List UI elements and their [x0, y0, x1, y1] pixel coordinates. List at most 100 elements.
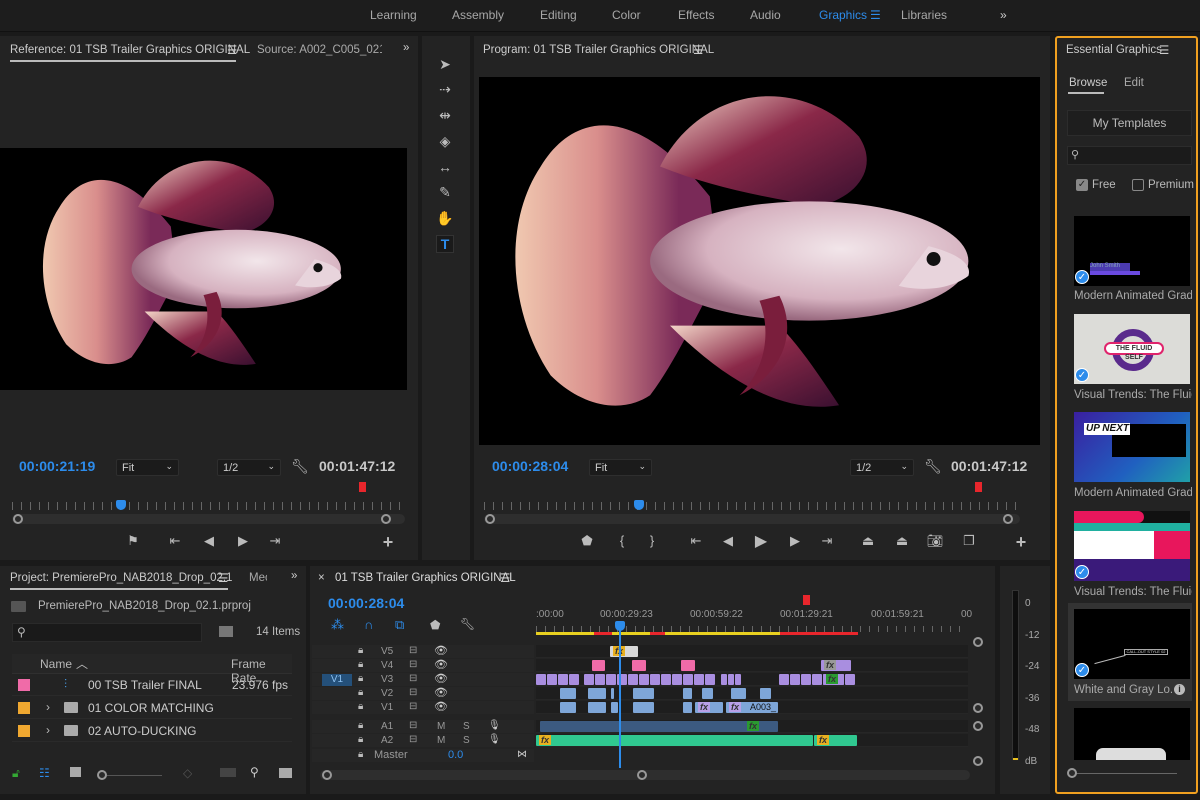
slip-tool-icon[interactable]: ↔: [436, 159, 454, 177]
video-clip[interactable]: [633, 702, 654, 713]
video-clip[interactable]: [731, 688, 746, 699]
template-name[interactable]: White and Gray Lo...: [1074, 684, 1172, 696]
step-forward-icon[interactable]: ▶: [234, 533, 252, 549]
track-lock-icon[interactable]: 🔒︎: [358, 687, 363, 698]
export-frame-icon[interactable]: 📷︎: [926, 533, 944, 549]
video-clip[interactable]: [845, 674, 855, 685]
video-clip[interactable]: [801, 674, 811, 685]
program-timecode[interactable]: 00:00:28:04: [492, 458, 568, 474]
reference-resolution-select[interactable]: 1/2 ⌄: [217, 459, 281, 476]
comparison-view-icon[interactable]: ❐: [960, 533, 978, 549]
video-clip[interactable]: fx: [695, 702, 723, 713]
wrench-icon[interactable]: 🔧︎: [460, 617, 475, 631]
panel-menu-icon[interactable]: ☰: [218, 571, 228, 585]
sort-ascending-icon[interactable]: ︿: [76, 655, 88, 672]
extract-icon[interactable]: ⏏: [893, 533, 911, 549]
razor-tool-icon[interactable]: ◈: [436, 133, 454, 151]
tab-edit[interactable]: Edit: [1124, 77, 1144, 89]
overflow-icon[interactable]: »: [291, 570, 297, 582]
zoom-slider-handle[interactable]: [97, 770, 107, 780]
video-clip[interactable]: fx: [823, 674, 844, 685]
ripple-edit-tool-icon[interactable]: ⇹: [436, 107, 454, 125]
zoom-scrollbar[interactable]: [484, 514, 1020, 524]
vertical-scroll-handle[interactable]: [973, 703, 983, 713]
wrench-icon[interactable]: 🔧︎: [924, 458, 942, 475]
graphic-clip[interactable]: [632, 660, 646, 671]
video-clip[interactable]: [650, 674, 660, 685]
mark-in-icon[interactable]: {: [613, 533, 631, 548]
video-clip[interactable]: [611, 702, 618, 713]
video-clip[interactable]: [779, 674, 789, 685]
track-lock-icon[interactable]: 🔒︎: [358, 645, 363, 656]
scroll-handle-left[interactable]: [322, 770, 332, 780]
sync-lock-icon[interactable]: ⊟: [409, 720, 417, 731]
sync-lock-icon[interactable]: ⊟: [409, 687, 417, 698]
audio-clip[interactable]: fx: [744, 721, 760, 732]
step-forward-icon[interactable]: ▶: [786, 533, 804, 549]
video-clip[interactable]: [628, 674, 638, 685]
audio-clip[interactable]: [540, 721, 778, 732]
audio-clip[interactable]: fx: [814, 735, 857, 746]
template-thumbnail[interactable]: UP NEXT: [1074, 412, 1190, 482]
step-back-icon[interactable]: ◀: [200, 533, 218, 549]
reference-tab[interactable]: Reference: 01 TSB Trailer Graphics ORIGI…: [10, 44, 250, 56]
timeline-tab[interactable]: 01 TSB Trailer Graphics ORIGINAL: [335, 572, 516, 584]
time-ruler[interactable]: [484, 502, 1024, 510]
track-header-a2[interactable]: 🔒︎ A2 ⊟ M S 🎙︎: [312, 734, 534, 747]
go-to-out-icon[interactable]: ⇥: [266, 533, 284, 549]
reference-timecode[interactable]: 00:00:21:19: [19, 458, 95, 474]
track-header-v2[interactable]: 🔒︎ V2 ⊟ 👁︎: [312, 687, 534, 700]
free-checkbox[interactable]: ✓: [1076, 179, 1088, 191]
video-clip[interactable]: [721, 674, 727, 685]
track-lock-icon[interactable]: 🔒︎: [358, 734, 363, 745]
track-header-v5[interactable]: 🔒︎ V5 ⊟ 👁︎: [312, 645, 534, 658]
mute-button[interactable]: M: [437, 721, 445, 732]
program-resolution-select[interactable]: 1/2 ⌄: [850, 459, 914, 476]
expand-chevron-icon[interactable]: ›: [46, 700, 50, 714]
toggle-output-eye-icon[interactable]: 👁︎: [434, 644, 448, 657]
solo-button[interactable]: S: [463, 735, 470, 746]
video-clip[interactable]: [569, 674, 579, 685]
video-clip[interactable]: [588, 702, 606, 713]
video-clip[interactable]: [584, 674, 594, 685]
template-name[interactable]: Modern Animated Gradi...: [1074, 487, 1192, 499]
sync-lock-icon[interactable]: ⊟: [409, 701, 417, 712]
panel-menu-icon[interactable]: ☰: [1159, 43, 1169, 57]
video-clip[interactable]: [705, 674, 715, 685]
template-name[interactable]: Visual Trends: The Fluid ...: [1074, 389, 1192, 401]
sync-lock-icon[interactable]: ⊟: [409, 645, 417, 656]
slider-handle[interactable]: [1067, 768, 1077, 778]
playhead-marker[interactable]: [116, 500, 126, 510]
template-thumbnail[interactable]: THE FLUID SELF: [1074, 314, 1190, 384]
go-to-in-icon[interactable]: ⇤: [687, 533, 705, 549]
column-name[interactable]: Name: [40, 657, 72, 671]
time-ruler[interactable]: [12, 502, 404, 510]
video-clip[interactable]: [606, 674, 616, 685]
find-icon[interactable]: ⚲: [250, 765, 259, 779]
sync-lock-icon[interactable]: ⊟: [409, 673, 417, 684]
template-name[interactable]: Modern Animated Gradi...: [1074, 290, 1192, 302]
media-browser-tab[interactable]: Mec: [249, 572, 267, 584]
video-clip[interactable]: [683, 702, 692, 713]
workspace-audio[interactable]: Audio: [750, 8, 781, 22]
workspace-editing[interactable]: Editing: [540, 8, 577, 22]
video-clip[interactable]: [661, 674, 671, 685]
label-color-swatch[interactable]: [18, 679, 30, 691]
video-clip[interactable]: [611, 688, 614, 699]
pen-tool-icon[interactable]: ✎: [436, 184, 454, 202]
new-search-bin-icon[interactable]: [219, 626, 233, 637]
nest-toggle-icon[interactable]: ⁂: [331, 617, 344, 633]
video-clip[interactable]: [694, 674, 704, 685]
video-clip[interactable]: [588, 688, 606, 699]
track-header-v4[interactable]: 🔒︎ V4 ⊟ 👁︎: [312, 659, 534, 672]
track-lock-icon[interactable]: 🔒︎: [358, 701, 363, 712]
project-search-input[interactable]: ⚲: [12, 623, 202, 642]
scroll-handle-right[interactable]: [637, 770, 647, 780]
wrench-icon[interactable]: 🔧︎: [291, 458, 309, 475]
folder-up-icon[interactable]: [11, 601, 26, 612]
playhead-handle[interactable]: [615, 621, 625, 631]
workspace-effects[interactable]: Effects: [678, 8, 714, 22]
graphic-clip[interactable]: fx: [821, 660, 851, 671]
video-clip[interactable]: [672, 674, 682, 685]
template-thumbnail[interactable]: John Smith: [1074, 216, 1190, 286]
